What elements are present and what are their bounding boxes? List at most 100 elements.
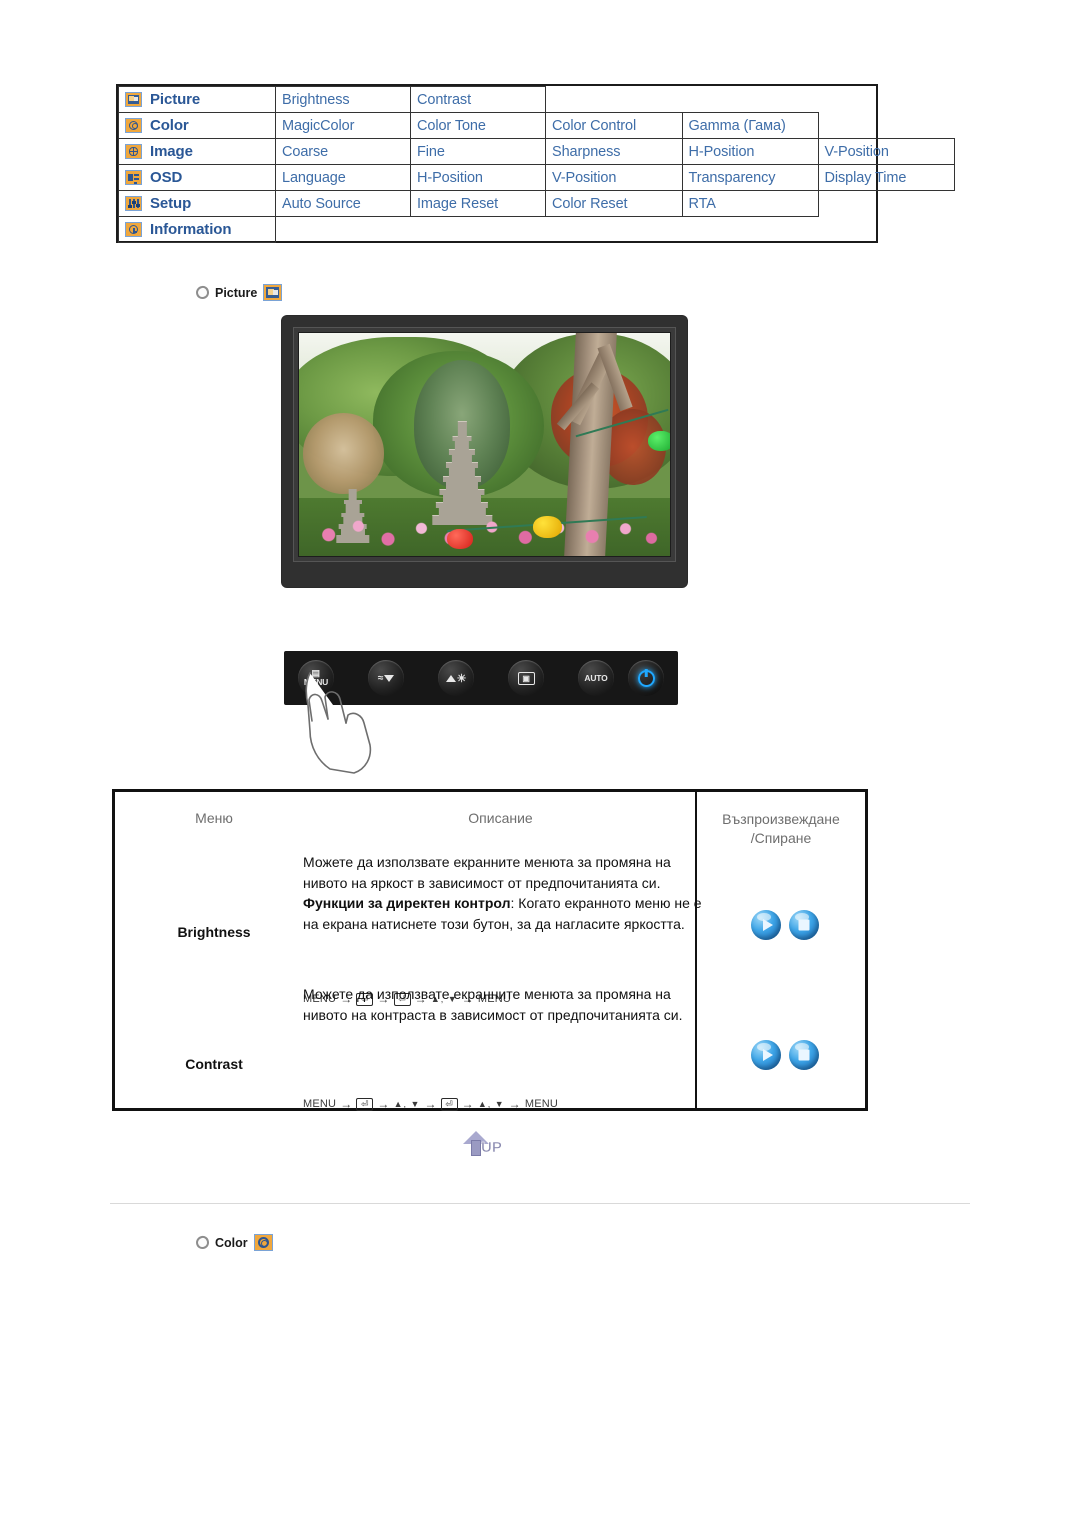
picture-icon	[125, 92, 142, 107]
color-icon	[253, 1234, 273, 1251]
menu-cell-empty	[546, 217, 683, 243]
up-button-label: UP	[481, 1139, 502, 1157]
menu-map-row-color: Color MagicColor Color Tone Color Contro…	[118, 112, 955, 139]
brightness-button[interactable]: ☀	[438, 660, 474, 696]
row-description-brightness: Можете да използвате екранните менюта за…	[303, 852, 703, 934]
menu-cell-empty	[818, 191, 954, 217]
stop-orb-icon[interactable]	[789, 910, 819, 940]
menu-cell-empty	[276, 217, 411, 243]
osd-icon	[125, 170, 142, 185]
power-button[interactable]	[628, 660, 664, 696]
menu-category-information[interactable]: Information	[118, 216, 276, 243]
enter-button[interactable]: ▣	[508, 660, 544, 696]
menu-category-label: OSD	[150, 169, 183, 186]
menu-cell-empty	[682, 217, 818, 243]
section-heading-label: Picture	[215, 285, 258, 300]
menu-item-color-tone[interactable]: Color Tone	[410, 112, 546, 139]
menu-item-v-position[interactable]: V-Position	[817, 138, 955, 165]
lantern-red-icon	[447, 529, 474, 550]
auto-button[interactable]: AUTO	[578, 660, 614, 696]
menu-item-brightness[interactable]: Brightness	[275, 86, 411, 113]
key-sequence-contrast: MENU → ⏎ → ▲, ▼ → ⏎ → ▲, ▼ → MENU	[303, 1097, 559, 1111]
menu-item-image-reset[interactable]: Image Reset	[410, 190, 546, 217]
menu-cell-empty	[818, 113, 954, 139]
horizontal-divider	[110, 1203, 970, 1204]
menu-map-row-picture: Picture Brightness Contrast	[118, 86, 955, 113]
row-label-contrast: Contrast	[185, 1056, 243, 1072]
color-icon	[125, 118, 142, 133]
menu-category-label: Information	[150, 221, 232, 238]
menu-cell-empty	[411, 217, 546, 243]
menu-item-sharpness[interactable]: Sharpness	[545, 138, 683, 165]
monitor-screen	[298, 332, 671, 557]
auto-button-label: AUTO	[584, 673, 608, 683]
enter-key-icon: ⏎	[440, 1097, 458, 1111]
menu-map-row-osd: OSD Language H-Position V-Position Trans…	[118, 164, 955, 191]
column-header-menu: Меню	[195, 810, 233, 826]
menu-item-osd-h-position[interactable]: H-Position	[410, 164, 546, 191]
menu-item-gamma[interactable]: Gamma (Гама)	[681, 112, 819, 139]
column-header-description: Описание	[468, 810, 533, 826]
description-text: Можете да използвате екранните менюта за…	[303, 854, 671, 891]
play-orb-icon[interactable]	[751, 910, 781, 940]
description-table: Меню Описание Възпроизвеждане /Спиране B…	[112, 789, 868, 1111]
down-button[interactable]: ≈	[368, 660, 404, 696]
play-stop-icons-contrast	[751, 1040, 819, 1070]
menu-item-fine[interactable]: Fine	[410, 138, 546, 165]
menu-item-contrast[interactable]: Contrast	[410, 86, 546, 113]
menu-category-picture[interactable]: Picture	[118, 86, 276, 113]
up-button[interactable]: UP	[461, 1131, 515, 1163]
menu-item-osd-v-position[interactable]: V-Position	[545, 164, 683, 191]
play-orb-icon[interactable]	[751, 1040, 781, 1070]
lantern-green-icon	[647, 431, 670, 452]
play-stop-icons-brightness	[751, 910, 819, 940]
menu-cell-empty	[682, 87, 818, 113]
monitor-bezel	[293, 327, 676, 562]
picture-icon	[263, 284, 283, 301]
menu-cell-empty	[546, 87, 683, 113]
monitor-button-bar: ▤ MENU ≈ ☀ ▣ AUTO	[284, 651, 678, 705]
gem-bullet-icon	[194, 1234, 211, 1251]
menu-item-rta[interactable]: RTA	[681, 190, 819, 217]
image-icon	[125, 144, 142, 159]
enter-key-icon: ⏎	[356, 1097, 374, 1111]
menu-button-label: MENU	[303, 677, 329, 688]
menu-category-label: Color	[150, 117, 189, 134]
menu-category-label: Setup	[150, 195, 192, 212]
information-icon	[125, 222, 142, 237]
menu-item-language[interactable]: Language	[275, 164, 411, 191]
setup-icon	[125, 196, 142, 211]
updown-key-icon: ▲, ▼	[393, 1099, 421, 1109]
menu-map-row-setup: Setup Auto Source Image Reset Color Rese…	[118, 190, 955, 217]
menu-item-display-time[interactable]: Display Time	[817, 164, 955, 191]
section-heading-picture: Picture	[194, 284, 283, 301]
monitor-chin	[282, 563, 687, 587]
menu-item-h-position[interactable]: H-Position	[681, 138, 819, 165]
stop-orb-icon[interactable]	[789, 1040, 819, 1070]
menu-button[interactable]: ▤ MENU	[298, 660, 334, 696]
column-header-play-stop: Възпроизвеждане /Спиране	[722, 811, 840, 846]
menu-category-image[interactable]: Image	[118, 138, 276, 165]
section-heading-color: Color	[194, 1234, 273, 1251]
menu-item-coarse[interactable]: Coarse	[275, 138, 411, 165]
menu-category-setup[interactable]: Setup	[118, 190, 276, 217]
row-label-brightness: Brightness	[177, 924, 251, 940]
menu-category-osd[interactable]: OSD	[118, 164, 276, 191]
power-icon	[637, 669, 655, 687]
menu-cell-empty	[818, 87, 954, 113]
menu-category-color[interactable]: Color	[118, 112, 276, 139]
lantern-yellow-icon	[532, 515, 563, 539]
menu-item-transparency[interactable]: Transparency	[681, 164, 819, 191]
updown-key-icon: ▲, ▼	[477, 1099, 505, 1109]
menu-category-label: Image	[150, 143, 193, 160]
menu-cell-empty	[818, 217, 954, 243]
menu-item-magiccolor[interactable]: MagicColor	[275, 112, 411, 139]
row-description-contrast: Можете да използвате екранните менюта за…	[303, 986, 683, 1023]
description-bold-text: Функции за директен контрол	[303, 895, 511, 912]
menu-item-auto-source[interactable]: Auto Source	[275, 190, 411, 217]
menu-item-color-reset[interactable]: Color Reset	[545, 190, 683, 217]
menu-item-color-control[interactable]: Color Control	[545, 112, 683, 139]
menu-map-table: Picture Brightness Contrast Color MagicC…	[118, 86, 955, 243]
gem-bullet-icon	[194, 284, 211, 301]
menu-map-row-image: Image Coarse Fine Sharpness H-Position V…	[118, 138, 955, 165]
